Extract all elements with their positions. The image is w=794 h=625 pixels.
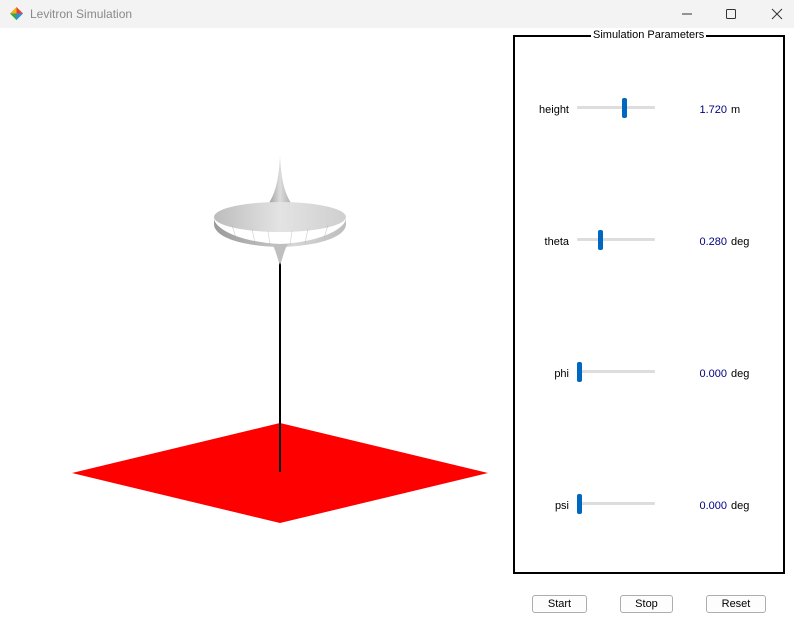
title-bar: Levitron Simulation (0, 0, 794, 28)
slider-thumb[interactable] (577, 362, 582, 382)
slider-thumb[interactable] (598, 230, 603, 250)
phi-label: phi (554, 368, 569, 380)
phi-unit: deg (731, 368, 750, 380)
maximize-icon (726, 9, 736, 19)
minimize-button[interactable] (664, 0, 710, 28)
window-title: Levitron Simulation (30, 7, 133, 21)
theta-unit: deg (731, 236, 750, 248)
theta-label: theta (544, 236, 569, 248)
height-value: 1.720 (699, 104, 727, 116)
app-icon (9, 6, 24, 21)
start-button[interactable]: Start (532, 595, 587, 613)
minimize-icon (682, 13, 692, 15)
height-slider[interactable] (577, 98, 657, 118)
simulation-viewport[interactable] (0, 28, 506, 625)
stop-button[interactable]: Stop (620, 595, 673, 613)
height-unit: m (731, 104, 741, 116)
height-label: height (539, 104, 569, 116)
theta-value: 0.280 (699, 236, 727, 248)
phi-value: 0.000 (699, 368, 727, 380)
psi-unit: deg (731, 500, 750, 512)
psi-slider[interactable] (577, 494, 657, 514)
panel-title: Simulation Parameters (591, 29, 707, 42)
close-icon (771, 8, 783, 20)
theta-slider[interactable] (577, 230, 657, 250)
close-button[interactable] (754, 0, 794, 28)
slider-thumb[interactable] (577, 494, 582, 514)
psi-label: psi (554, 500, 569, 512)
reset-button[interactable]: Reset (706, 595, 766, 613)
top-stem (272, 244, 288, 265)
psi-value: 0.000 (699, 500, 727, 512)
slider-thumb[interactable] (622, 98, 627, 118)
maximize-button[interactable] (708, 0, 754, 28)
top-spike (269, 155, 291, 203)
phi-slider[interactable] (577, 362, 657, 382)
